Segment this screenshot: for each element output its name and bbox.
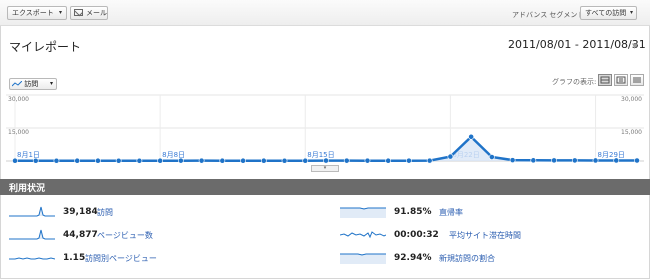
pageviews-sparkline — [9, 229, 55, 240]
data-point[interactable] — [32, 157, 39, 164]
data-point[interactable] — [323, 157, 329, 164]
metric-pages-per-visit: 1.15 訪問別ページビュー — [9, 253, 259, 265]
metric-value: 00:00:32 — [394, 230, 439, 240]
data-point[interactable] — [198, 157, 205, 164]
compare-graph-icon — [616, 76, 626, 84]
data-point[interactable] — [53, 157, 60, 164]
metric-label-link[interactable]: 訪問別ページビュー — [85, 253, 157, 264]
data-point[interactable] — [468, 133, 475, 140]
email-button[interactable]: メール — [70, 6, 108, 20]
data-point[interactable] — [115, 157, 122, 164]
x-tick-label: 8月8日 — [162, 151, 185, 159]
table-graph-icon — [633, 77, 641, 83]
metric-label-link[interactable]: 直帰率 — [439, 207, 463, 218]
pages-per-visit-sparkline — [9, 257, 55, 260]
line-chart-icon — [12, 81, 22, 87]
data-point[interactable] — [488, 154, 495, 160]
graph-mode-table-button[interactable] — [630, 74, 644, 86]
metric-visits: 39,184 訪問 — [9, 206, 259, 219]
metric-value: 92.94% — [394, 253, 432, 263]
data-point[interactable] — [385, 157, 392, 164]
avg-time-sparkline — [340, 231, 386, 239]
data-point[interactable] — [260, 157, 267, 164]
export-button-label: エクスポート — [12, 9, 54, 17]
chart-resize-handle[interactable]: ▾ — [311, 165, 339, 172]
data-point[interactable] — [406, 157, 412, 164]
new-visits-sparkline — [340, 253, 386, 264]
metric-label-link[interactable]: 訪問 — [97, 207, 113, 218]
data-point[interactable] — [136, 157, 143, 164]
x-tick-label: 8月1日 — [17, 151, 40, 159]
metric-label-link[interactable]: 平均サイト滞在時間 — [449, 230, 521, 241]
bounce-rate-sparkline — [340, 207, 386, 218]
data-point[interactable] — [447, 153, 454, 160]
usage-section-header: 利用状況 — [0, 179, 650, 195]
metric-label-link[interactable]: ページビュー数 — [97, 230, 153, 241]
line-graph-icon — [600, 76, 610, 84]
data-point[interactable] — [95, 157, 101, 164]
metric-avg-time: 00:00:32 平均サイト滞在時間 — [340, 230, 640, 242]
data-point[interactable] — [177, 157, 184, 164]
usage-section-title: 利用状況 — [9, 184, 46, 194]
data-point[interactable] — [12, 157, 18, 164]
metric-new-visits: 92.94% 新規訪問の割合 — [340, 253, 640, 265]
metric-label-link[interactable]: 新規訪問の割合 — [439, 253, 495, 264]
metric-value: 39,184 — [63, 207, 98, 217]
data-point[interactable] — [302, 157, 309, 164]
data-point[interactable] — [592, 157, 599, 164]
data-point[interactable] — [426, 157, 433, 164]
visits-line-chart: 8月1日8月8日8月15日8月22日8月29日30,00015,00030,00… — [6, 94, 644, 164]
data-point[interactable] — [571, 157, 578, 164]
y-tick-label-right: 15,000 — [621, 129, 642, 136]
data-point[interactable] — [364, 157, 371, 164]
data-point[interactable] — [157, 157, 164, 164]
data-point[interactable] — [74, 157, 81, 164]
toolbar: エクスポート ▾ メール アドバンス セグメント すべての訪問 ▾ — [0, 0, 650, 26]
metric-value: 44,877 — [63, 230, 98, 240]
chevron-down-icon[interactable]: ▼ — [632, 42, 637, 50]
advanced-segment-label: アドバンス セグメント — [512, 11, 585, 19]
metric-select-value: 訪問 — [24, 80, 39, 88]
chevron-down-icon: ▾ — [629, 9, 633, 16]
chevron-down-icon: ▾ — [58, 9, 62, 16]
graph-display-label: グラフの表示: — [552, 78, 597, 86]
visits-sparkline — [9, 206, 55, 217]
metric-value: 1.15 — [63, 253, 86, 263]
y-tick-label-right: 30,000 — [621, 96, 642, 103]
y-tick-label-left: 15,000 — [8, 129, 29, 136]
metric-pageviews: 44,877 ページビュー数 — [9, 229, 259, 242]
data-point[interactable] — [281, 157, 288, 164]
data-point[interactable] — [551, 157, 557, 164]
data-point[interactable] — [343, 157, 350, 164]
data-point[interactable] — [530, 157, 537, 164]
export-button[interactable]: エクスポート ▾ — [7, 6, 67, 20]
x-tick-label: 8月29日 — [598, 151, 625, 159]
data-point[interactable] — [240, 157, 246, 164]
segment-select-value: すべての訪問 — [585, 9, 627, 17]
email-button-label: メール — [86, 9, 107, 17]
metric-bounce-rate: 91.85% 直帰率 — [340, 207, 640, 219]
graph-mode-compare-button[interactable] — [614, 74, 628, 86]
data-point[interactable] — [219, 157, 226, 164]
segment-select[interactable]: すべての訪問 ▾ — [580, 6, 637, 20]
data-point[interactable] — [613, 157, 620, 164]
metric-value: 91.85% — [394, 207, 432, 217]
mail-icon — [74, 9, 83, 16]
data-point[interactable] — [509, 157, 516, 164]
page-title: マイレポート — [9, 40, 82, 54]
date-range-picker[interactable]: 2011/08/01 - 2011/08/31 — [508, 38, 646, 51]
x-tick-label: 8月15日 — [307, 151, 334, 159]
graph-mode-line-button[interactable] — [598, 74, 612, 86]
y-tick-label-left: 30,000 — [8, 96, 29, 103]
data-point[interactable] — [634, 157, 640, 164]
